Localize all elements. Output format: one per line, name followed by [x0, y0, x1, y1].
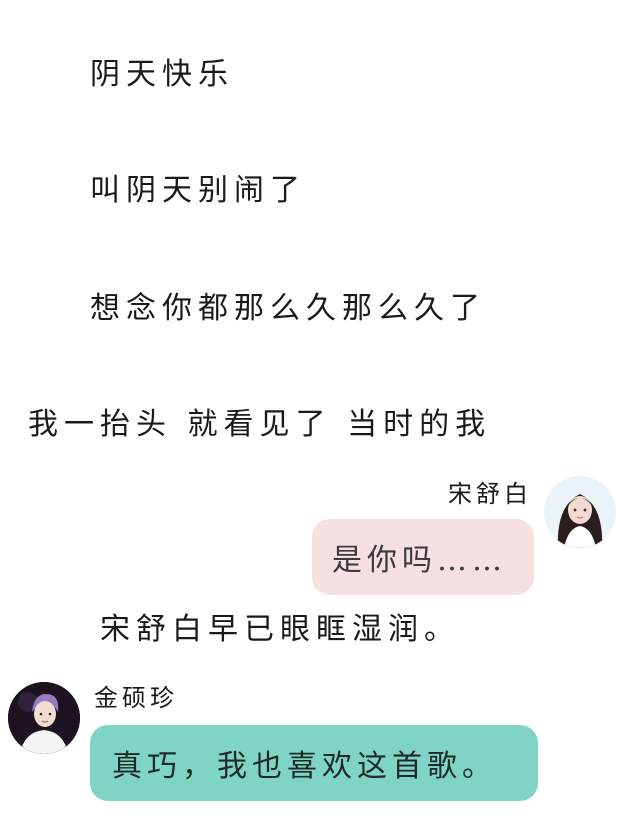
boy-portrait-icon [8, 682, 80, 754]
avatar-left[interactable] [8, 682, 80, 754]
lyric-line-1: 阴天快乐 [90, 57, 234, 92]
avatar-right[interactable] [544, 476, 616, 548]
girl-portrait-icon [544, 476, 616, 548]
message-bubble-left[interactable]: 真巧，我也喜欢这首歌。 [90, 725, 538, 801]
lyric-line-3: 想念你都那么久那么久了 [90, 291, 486, 326]
narration-text: 宋舒白早已眼眶湿润。 [100, 612, 460, 647]
sender-name-left: 金硕珍 [94, 684, 178, 712]
lyric-line-2: 叫阴天别闹了 [90, 173, 306, 208]
message-bubble-right[interactable]: 是你吗…… [312, 519, 534, 595]
lyric-line-4: 我一抬头 就看见了 当时的我 [28, 407, 492, 442]
sender-name-right: 宋舒白 [448, 480, 532, 508]
